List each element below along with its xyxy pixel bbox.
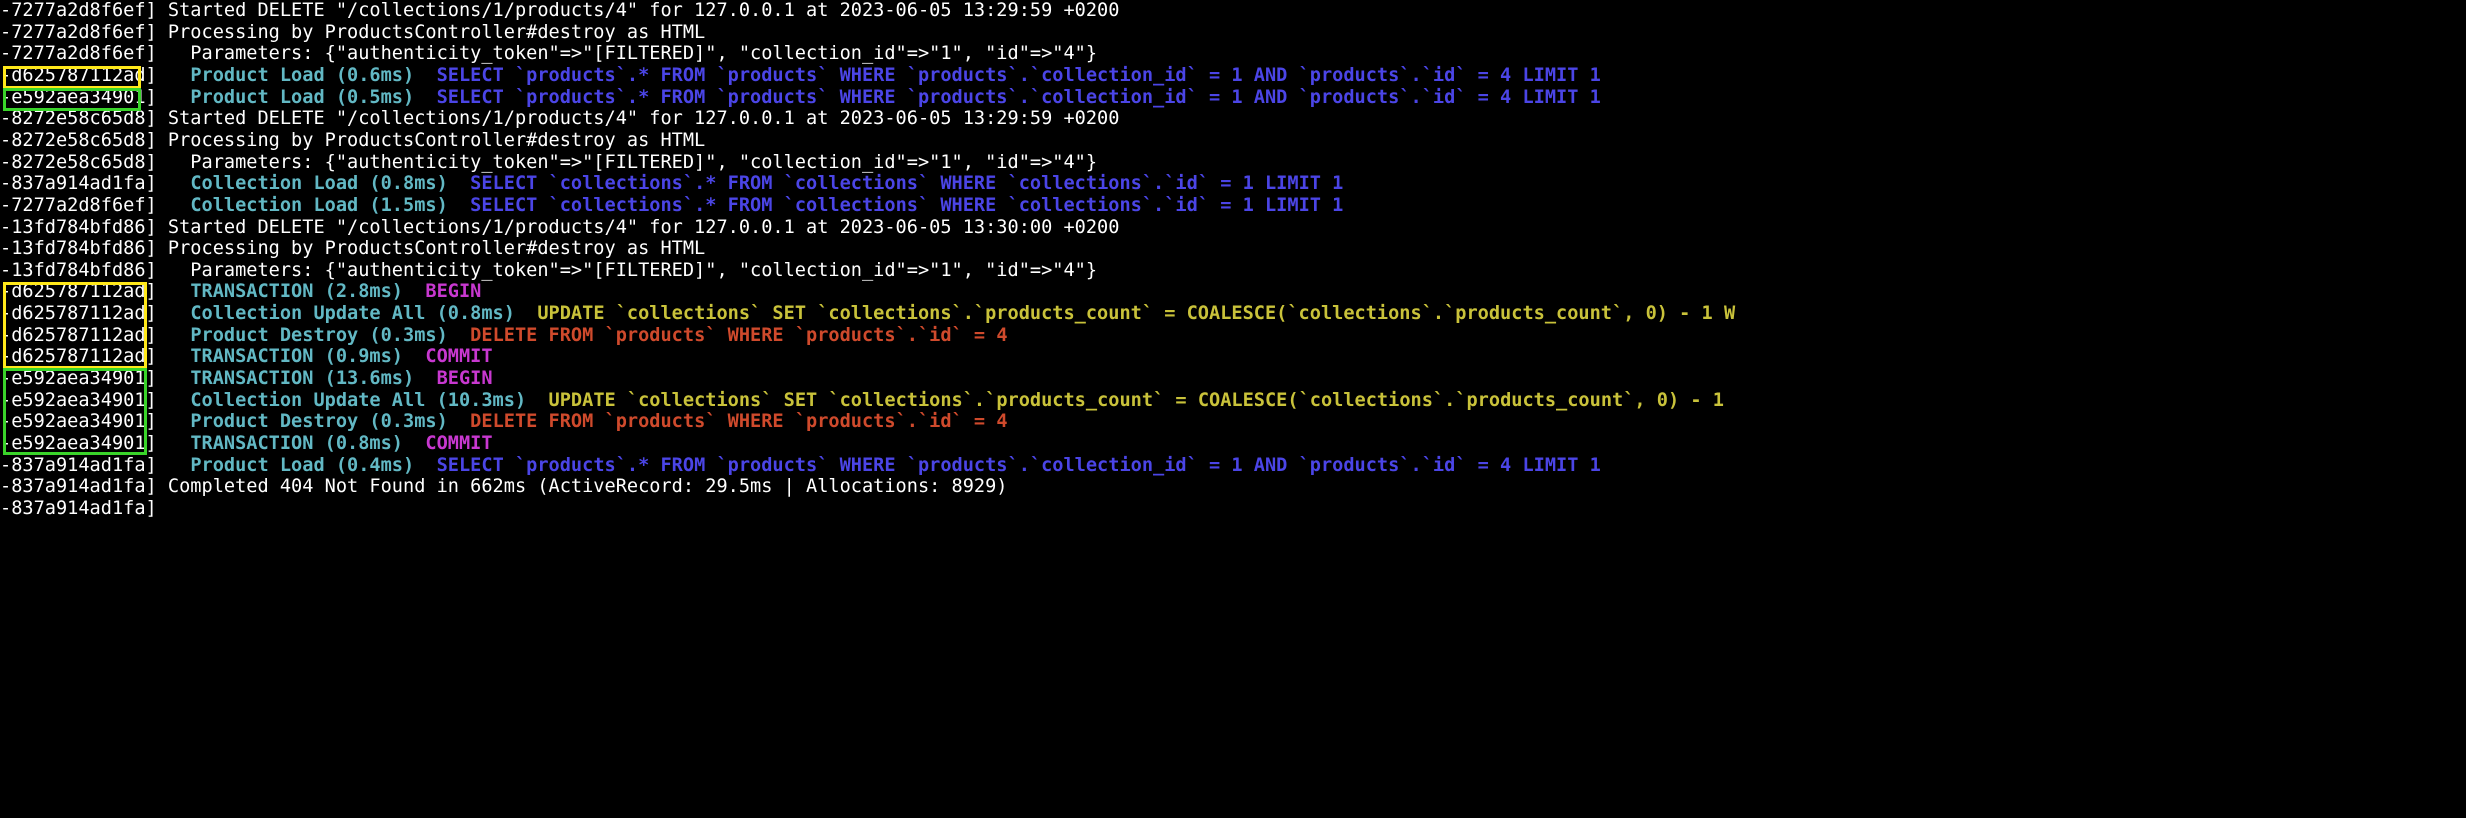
log-line: -837a914ad1fa] — [0, 492, 157, 526]
log-line-segment: DELETE FROM `products` WHERE `products`.… — [447, 324, 1008, 346]
log-line-prefix: -837a914ad1fa] — [0, 497, 157, 519]
log-line-segment: DELETE FROM `products` WHERE `products`.… — [447, 411, 1008, 433]
terminal-log-output: -7277a2d8f6ef] Started DELETE "/collecti… — [0, 0, 2466, 818]
